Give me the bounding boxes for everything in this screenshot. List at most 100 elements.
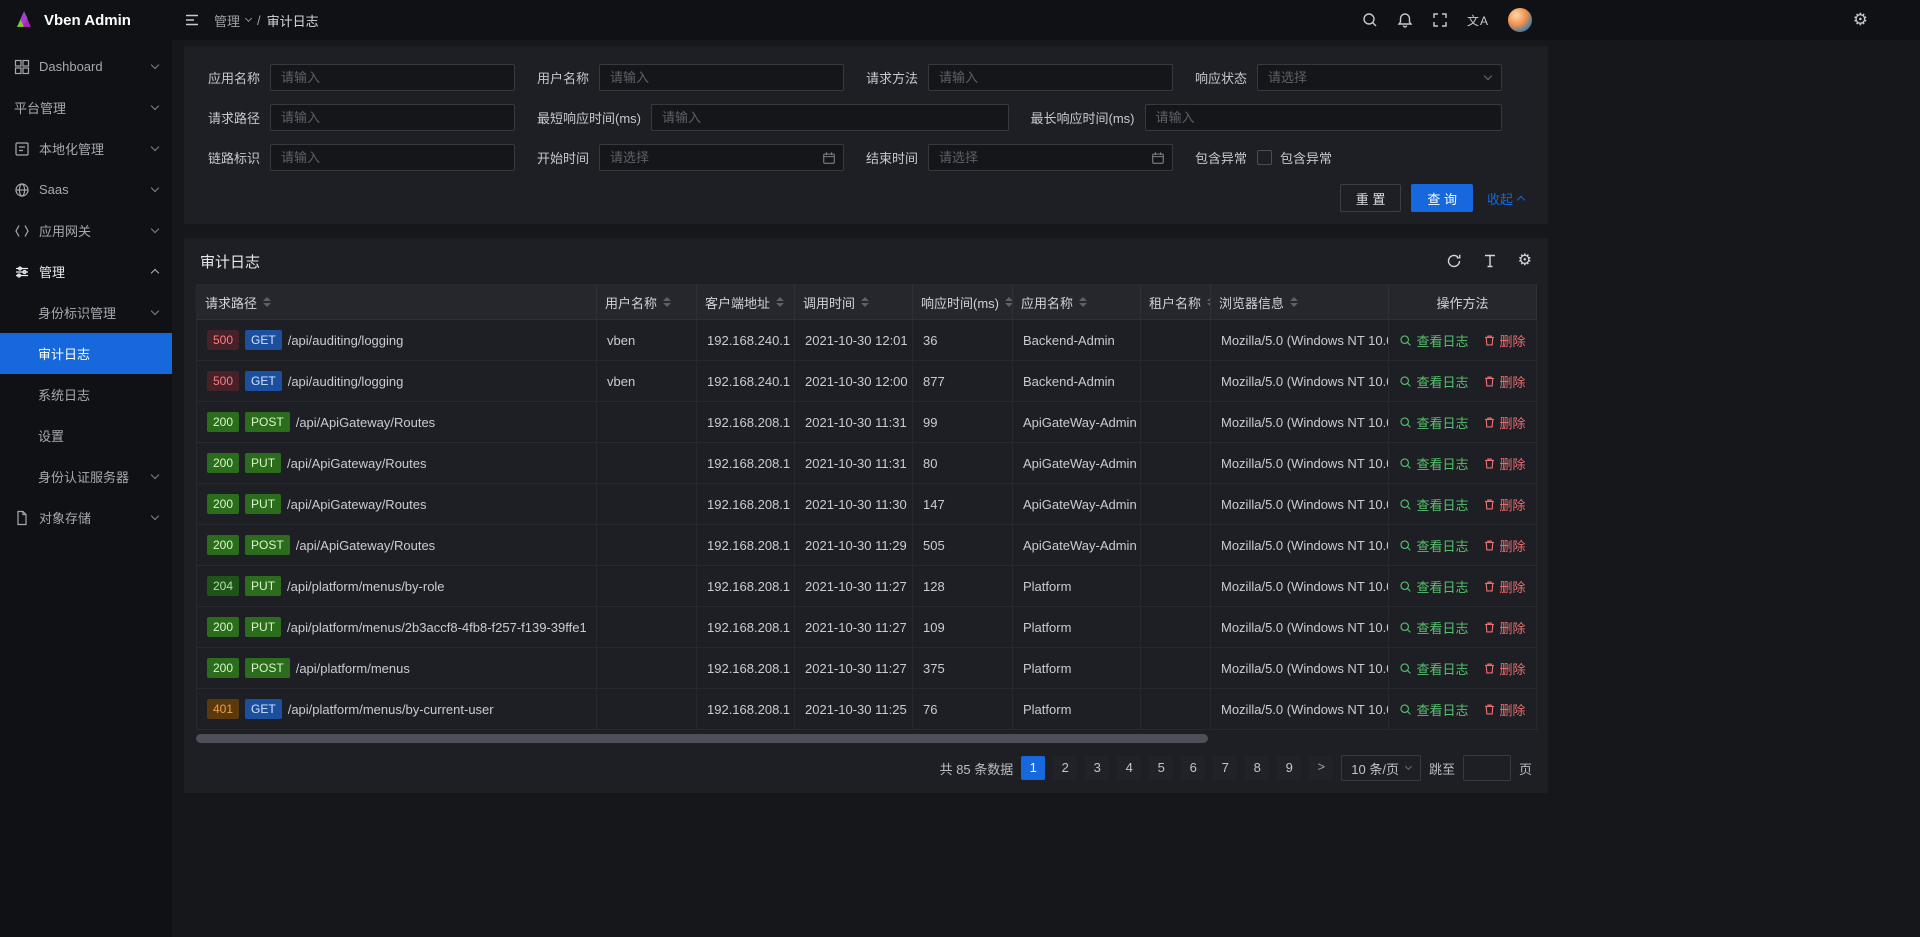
start-time-picker[interactable] (599, 144, 844, 171)
delete-button[interactable]: 删除 (1483, 700, 1526, 719)
page-button[interactable]: 3 (1085, 756, 1109, 780)
delete-button[interactable]: 删除 (1483, 495, 1526, 514)
sort-icon[interactable] (263, 297, 271, 307)
user-name-cell (597, 525, 697, 566)
sidebar-item-management[interactable]: 管理 (0, 251, 172, 292)
page-button[interactable]: 5 (1149, 756, 1173, 780)
delete-button[interactable]: 删除 (1483, 413, 1526, 432)
request-path-input[interactable] (270, 104, 515, 131)
response-status-select[interactable] (1257, 64, 1502, 91)
theme-settings-gear-icon[interactable]: ⚙ (1853, 0, 1868, 40)
column-header-app-name[interactable]: 应用名称 (1013, 285, 1141, 320)
fullscreen-icon[interactable] (1432, 12, 1448, 28)
sidebar-item-auth-server[interactable]: 身份认证服务器 (0, 456, 172, 497)
page-button[interactable]: 2 (1053, 756, 1077, 780)
min-response-time-input[interactable] (651, 104, 1009, 131)
locale-icon[interactable]: 文A (1467, 12, 1489, 29)
jump-page-input[interactable] (1463, 755, 1511, 781)
refresh-icon[interactable] (1446, 253, 1462, 269)
call-time-cell: 2021-10-30 11:27 (795, 648, 913, 689)
collapse-link[interactable]: 收起 (1487, 189, 1524, 208)
sidebar-item-saas[interactable]: Saas (0, 169, 172, 210)
delete-button[interactable]: 删除 (1483, 577, 1526, 596)
actions-cell: 查看日志 删除 (1389, 648, 1537, 689)
delete-button[interactable]: 删除 (1483, 618, 1526, 637)
page-button[interactable]: 9 (1277, 756, 1301, 780)
sidebar-item-identity-management[interactable]: 身份标识管理 (0, 292, 172, 333)
page-button[interactable]: 6 (1181, 756, 1205, 780)
sort-icon[interactable] (1079, 297, 1087, 307)
reset-button[interactable]: 重 置 (1340, 184, 1402, 212)
app-name-cell: ApiGateWay-Admin (1013, 484, 1141, 525)
page-button[interactable]: 7 (1213, 756, 1237, 780)
browser-info-cell: Mozilla/5.0 (Windows NT 10.0; Win (1211, 443, 1389, 484)
sidebar-item-settings[interactable]: 设置 (0, 415, 172, 456)
delete-button[interactable]: 删除 (1483, 536, 1526, 555)
view-log-button[interactable]: 查看日志 (1399, 577, 1468, 596)
column-header-call-time[interactable]: 调用时间 (795, 285, 913, 320)
page-size-select[interactable]: 10 条/页 (1341, 755, 1421, 781)
page-button[interactable]: 4 (1117, 756, 1141, 780)
trace-id-input[interactable] (270, 144, 515, 171)
include-exception-checkbox[interactable] (1257, 150, 1272, 165)
view-log-button[interactable]: 查看日志 (1399, 413, 1468, 432)
view-log-button[interactable]: 查看日志 (1399, 495, 1468, 514)
delete-button[interactable]: 删除 (1483, 659, 1526, 678)
sort-icon[interactable] (861, 297, 869, 307)
sidebar-item-system-log[interactable]: 系统日志 (0, 374, 172, 415)
sort-icon[interactable] (663, 297, 671, 307)
column-header-browser-info[interactable]: 浏览器信息 (1211, 285, 1389, 320)
calendar-icon (822, 151, 836, 165)
user-name-input[interactable] (599, 64, 844, 91)
sort-icon[interactable] (1290, 297, 1298, 307)
view-log-button[interactable]: 查看日志 (1399, 700, 1468, 719)
table-row: 200 PUT /api/ApiGateway/Routes 192.168.2… (197, 443, 1537, 484)
end-time-picker[interactable] (928, 144, 1173, 171)
user-name-cell (597, 402, 697, 443)
view-log-button[interactable]: 查看日志 (1399, 331, 1468, 350)
sidebar-item-localization[interactable]: 本地化管理 (0, 128, 172, 169)
column-settings-gear-icon[interactable]: ⚙ (1518, 253, 1532, 269)
response-time-cell: 128 (913, 566, 1013, 607)
sort-icon[interactable] (1207, 297, 1210, 307)
page-button[interactable]: 1 (1021, 756, 1045, 780)
delete-button[interactable]: 删除 (1483, 372, 1526, 391)
next-page-button[interactable]: > (1309, 756, 1333, 780)
view-log-button[interactable]: 查看日志 (1399, 372, 1468, 391)
query-button[interactable]: 查 询 (1411, 184, 1473, 212)
app-name-input[interactable] (270, 64, 515, 91)
sidebar-item-object-storage[interactable]: 对象存储 (0, 497, 172, 538)
page-button[interactable]: 8 (1245, 756, 1269, 780)
column-header-request-path[interactable]: 请求路径 (197, 285, 597, 320)
search-icon[interactable] (1362, 12, 1378, 28)
column-header-client-address[interactable]: 客户端地址 (697, 285, 795, 320)
view-log-button[interactable]: 查看日志 (1399, 618, 1468, 637)
sort-icon[interactable] (776, 297, 784, 307)
column-header-response-time[interactable]: 响应时间(ms) (913, 285, 1013, 320)
chevron-down-icon (151, 307, 159, 315)
delete-button[interactable]: 删除 (1483, 331, 1526, 350)
brand[interactable]: Vben Admin (0, 0, 172, 40)
filter-field-app-name: 应用名称 (208, 64, 537, 91)
menu-fold-icon[interactable] (184, 12, 200, 28)
sort-icon[interactable] (1005, 297, 1013, 307)
request-method-input[interactable] (928, 64, 1173, 91)
view-log-button[interactable]: 查看日志 (1399, 536, 1468, 555)
view-log-button[interactable]: 查看日志 (1399, 454, 1468, 473)
scrollbar-thumb[interactable] (196, 734, 1208, 743)
row-height-icon[interactable] (1482, 253, 1498, 269)
avatar[interactable] (1508, 8, 1532, 32)
breadcrumb-root[interactable]: 管理 (214, 11, 240, 30)
view-log-button[interactable]: 查看日志 (1399, 659, 1468, 678)
sidebar-item-dashboard[interactable]: Dashboard (0, 46, 172, 87)
delete-button[interactable]: 删除 (1483, 454, 1526, 473)
column-header-user-name[interactable]: 用户名称 (597, 285, 697, 320)
notification-bell-icon[interactable] (1397, 12, 1413, 28)
sidebar-item-audit-log[interactable]: 审计日志 (0, 333, 172, 374)
sidebar-item-platform[interactable]: 平台管理 (0, 87, 172, 128)
sidebar-item-gateway[interactable]: 应用网关 (0, 210, 172, 251)
storage-icon (14, 510, 30, 526)
column-header-tenant-name[interactable]: 租户名称 (1141, 285, 1211, 320)
user-name-cell (597, 607, 697, 648)
max-response-time-input[interactable] (1145, 104, 1503, 131)
